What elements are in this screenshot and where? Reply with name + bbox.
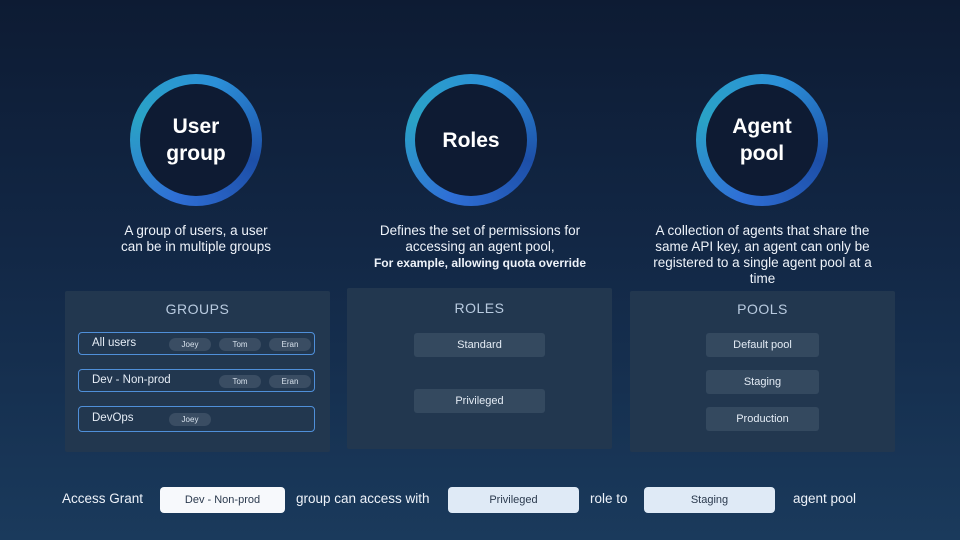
member-chip: Eran: [269, 375, 311, 388]
groups-panel: GROUPS All users Joey Tom Eran Dev - Non…: [65, 291, 330, 452]
group-row-all-users[interactable]: All users Joey Tom Eran: [78, 332, 315, 355]
roles-title: Roles: [415, 84, 527, 196]
desc-line: A group of users, a user: [124, 223, 268, 238]
agent-pool-title: Agent pool: [706, 84, 818, 196]
role-standard[interactable]: Standard: [414, 333, 545, 357]
member-chip: Tom: [219, 338, 261, 351]
desc-line: registered to a single agent pool at a: [653, 255, 872, 270]
grant-text-role-to: role to: [590, 491, 628, 506]
grant-pool-select[interactable]: Staging: [644, 487, 775, 513]
pool-default[interactable]: Default pool: [706, 333, 819, 357]
roles-description: Defines the set of permissions for acces…: [350, 223, 610, 271]
member-chip: Joey: [169, 413, 211, 426]
desc-line: same API key, an agent can only be: [655, 239, 870, 254]
grant-role-select[interactable]: Privileged: [448, 487, 579, 513]
agent-pool-circle: Agent pool: [696, 74, 828, 206]
access-grant-label: Access Grant: [62, 491, 144, 506]
role-privileged[interactable]: Privileged: [414, 389, 545, 413]
desc-line: accessing an agent pool,: [405, 239, 555, 254]
desc-example: For example, allowing quota override: [373, 256, 587, 270]
pool-staging[interactable]: Staging: [706, 370, 819, 394]
desc-line: A collection of agents that share the: [655, 223, 870, 238]
user-group-circle: User group: [130, 74, 262, 206]
member-chip: Eran: [269, 338, 311, 351]
group-name: All users: [92, 337, 137, 349]
desc-line: time: [749, 271, 776, 286]
group-row-dev-non-prod[interactable]: Dev - Non-prod Tom Eran: [78, 369, 315, 392]
group-row-devops[interactable]: DevOps Joey: [78, 406, 315, 432]
grant-group-select[interactable]: Dev - Non-prod: [160, 487, 285, 513]
roles-panel-title: ROLES: [454, 300, 505, 316]
group-name: DevOps: [92, 412, 134, 424]
roles-circle: Roles: [405, 74, 537, 206]
member-chip: Joey: [169, 338, 211, 351]
pools-panel-title: POOLS: [737, 301, 788, 317]
user-group-description: A group of users, a user can be in multi…: [96, 223, 296, 255]
group-name: Dev - Non-prod: [92, 374, 171, 386]
desc-line: Defines the set of permissions for: [379, 223, 581, 238]
user-group-title: User group: [140, 84, 252, 196]
pool-production[interactable]: Production: [706, 407, 819, 431]
grant-text-group-access: group can access with: [296, 491, 430, 506]
desc-line: can be in multiple groups: [120, 239, 272, 254]
groups-panel-title: GROUPS: [165, 301, 230, 317]
member-chip: Tom: [219, 375, 261, 388]
pools-panel: POOLS Default pool Staging Production: [630, 291, 895, 452]
agent-pool-description: A collection of agents that share the sa…: [630, 223, 895, 287]
roles-panel: ROLES Standard Privileged: [347, 288, 612, 449]
grant-text-agent-pool: agent pool: [793, 491, 857, 506]
